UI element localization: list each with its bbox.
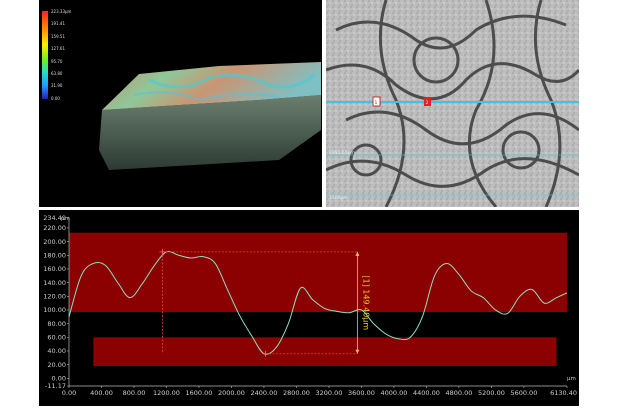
microscope-image-canvas[interactable]: 1 2 1955.55μm 1500μm — [325, 0, 581, 208]
height-scale-label: 63.80 — [51, 71, 63, 76]
y-tick-label: 140.00 — [43, 279, 66, 287]
x-tick-label: 2000.00 — [218, 389, 245, 397]
tolerance-band — [69, 232, 567, 313]
x-tick-label: 1200.00 — [153, 389, 180, 397]
y-tick-label: 200.00 — [43, 238, 66, 246]
x-tick-labels: 0.00 400.00 800.00 1200.00 1600.00 2000.00 240… — [62, 386, 577, 397]
distance-label-a: 1955.55μm — [329, 150, 355, 156]
height-scale-label: 0.00 — [51, 95, 60, 101]
microscope-image-view[interactable]: 1 2 1955.55μm 1500μm — [325, 0, 581, 208]
height-scale-label: 31.90 — [51, 83, 63, 89]
x-tick-label: 4400.00 — [413, 389, 440, 397]
tolerance-bands — [69, 232, 567, 367]
x-tick-label: 4800.00 — [445, 389, 472, 397]
x-tick-label: 5200.00 — [478, 389, 505, 397]
y-unit-label: μm — [61, 216, 70, 222]
x-tick-label: 2400.00 — [251, 389, 278, 397]
x-tick-label: 2800.00 — [283, 389, 310, 397]
height-color-scale — [42, 11, 48, 99]
height-scale-label: 159.51 — [51, 33, 65, 39]
y-tick-label: 80.00 — [47, 320, 66, 328]
x-tick-label: 5600.00 — [510, 389, 537, 397]
y-tick-label: 60.00 — [47, 334, 66, 342]
tolerance-band — [93, 337, 557, 367]
profile-chart[interactable]: 234.49220.00200.00180.00160.00140.00120.… — [39, 210, 579, 406]
y-tick-label: 220.00 — [43, 224, 66, 232]
profile-chart-panel[interactable]: 234.49 220.00 200.00 180.00 160.00 140.00 120.… — [39, 210, 579, 406]
marker-1-label: 1 — [375, 100, 378, 106]
x-tick-label: 4000.00 — [380, 389, 407, 397]
y-tick-label: 120.00 — [43, 292, 66, 300]
y-tick-label: 180.00 — [43, 251, 66, 259]
y-tick-label: 20.00 — [47, 361, 66, 369]
x-tick-label: 0.00 — [62, 389, 76, 397]
marker-2-label: 2 — [426, 100, 429, 106]
y-tick-labels: 234.49220.00200.00180.00160.00140.00120.… — [43, 214, 69, 390]
x-tick-label: 400.00 — [90, 389, 113, 397]
x-tick-label: 6130.40 — [550, 389, 577, 397]
x-tick-label: 800.00 — [123, 389, 146, 397]
height-measurement-label: [1] 149.40μm — [361, 275, 370, 330]
surface-3d-view[interactable]: 223.33μm 191.41 159.51 127.61 95.70 63.80 31.9… — [39, 0, 322, 207]
y-tick-label: 100.00 — [43, 306, 66, 314]
x-tick-label: 1600.00 — [186, 389, 213, 397]
height-scale-label: 95.70 — [51, 58, 63, 64]
y-tick-label: 160.00 — [43, 265, 66, 273]
x-tick-label: 3200.00 — [316, 389, 343, 397]
y-tick-label: 40.00 — [47, 347, 66, 355]
height-scale-label: 223.33μm — [51, 9, 72, 14]
x-tick-label: 3600.00 — [348, 389, 375, 397]
distance-label-b: 1500μm — [329, 195, 348, 201]
x-unit-label: μm — [567, 376, 576, 382]
height-scale-label: 191.41 — [51, 21, 65, 27]
height-scale-label: 127.61 — [51, 46, 65, 52]
surface-3d-canvas[interactable] — [39, 0, 322, 207]
